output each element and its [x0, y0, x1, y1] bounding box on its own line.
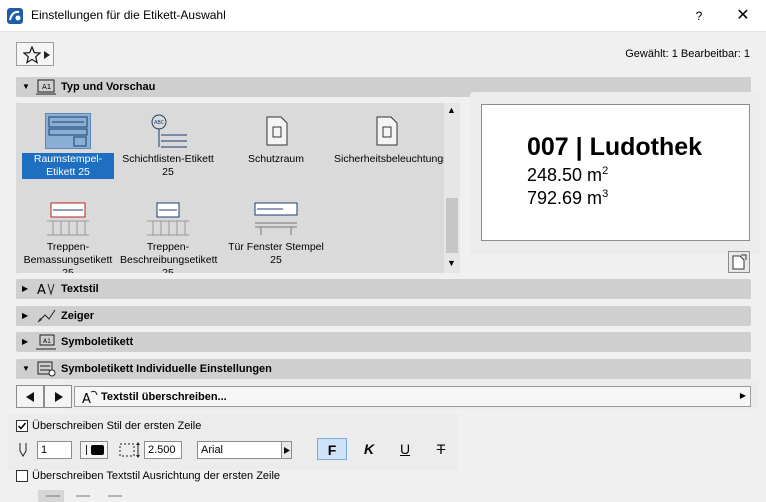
- preview-volume-value: 792.69 m: [527, 188, 603, 208]
- door-window-icon: [253, 201, 299, 237]
- window-title: Einstellungen für die Etikett-Auswahl: [31, 8, 226, 22]
- bold-button[interactable]: F: [317, 438, 347, 460]
- preview-volume: 792.69 m3: [527, 188, 608, 209]
- tile-raumstempel[interactable]: Raumstempel-Etikett 25: [20, 113, 116, 179]
- collapsed-arrow-icon: ▶: [22, 337, 29, 346]
- tile-schichtlisten[interactable]: ABC Schichtlisten-Etikett 25: [120, 113, 216, 179]
- text-color-button[interactable]: [80, 441, 108, 459]
- favorites-button[interactable]: [16, 42, 54, 66]
- archicad-app-icon: [7, 8, 23, 24]
- next-page-button[interactable]: [44, 385, 72, 408]
- tile-treppen-bemassung[interactable]: Treppen-Bemassungsetikett 25: [20, 201, 116, 273]
- text-override-icon: A: [82, 390, 98, 405]
- tile-schutzraum[interactable]: Schutzraum: [228, 113, 324, 166]
- label-preview: 007 | Ludothek 248.50 m2 792.69 m3: [481, 104, 750, 241]
- section-label: Symboletikett: [61, 336, 134, 348]
- font-size-field[interactable]: 2.500: [144, 441, 182, 459]
- label-type-icon: A1: [36, 79, 56, 95]
- text-size-icon: [119, 442, 140, 458]
- scrollbar-thumb[interactable]: [446, 198, 458, 253]
- override-alignment-checkbox[interactable]: [16, 470, 28, 482]
- star-icon: [23, 46, 41, 64]
- chevron-right-icon: ▶: [739, 391, 746, 400]
- svg-text:ABC: ABC: [154, 120, 165, 126]
- font-dropdown-button[interactable]: [281, 441, 292, 459]
- tile-sicherheitsbeleuchtung[interactable]: Sicherheitsbeleuchtungsetikett: [334, 113, 444, 166]
- svg-text:A: A: [82, 392, 91, 405]
- override-label: Textstil überschreiben...: [101, 391, 227, 403]
- override-first-line-label: Überschreiben Stil der ersten Zeile: [32, 420, 202, 432]
- override-alignment-label: Überschreiben Textstil Ausrichtung der e…: [32, 470, 281, 482]
- svg-text:A1: A1: [43, 338, 51, 345]
- triangle-right-icon: [284, 447, 290, 454]
- preview-volume-unit-exponent: 3: [602, 188, 609, 200]
- pen-icon: [19, 443, 27, 457]
- label-type-grid: Raumstempel-Etikett 25 ABC Schichtlisten…: [16, 103, 444, 273]
- override-textstyle-dropdown[interactable]: A Textstil überschreiben... ▶: [74, 386, 751, 407]
- section-zeiger[interactable]: ▶ Zeiger: [16, 306, 751, 326]
- tile-label: Treppen-Bemassungsetikett 25: [23, 241, 113, 273]
- pen-number-field[interactable]: 1: [37, 441, 72, 459]
- preview-area: 248.50 m2: [527, 165, 608, 186]
- section-textstil[interactable]: ▶ A Textstil: [16, 279, 751, 299]
- symbol-label-icon: A1: [36, 334, 56, 350]
- document-arrow-icon: [732, 254, 747, 270]
- tile-label: Tür Fenster Stempel 25: [228, 241, 324, 266]
- selection-count-text: Gewählt: 1 Bearbeitbar: 1: [625, 48, 750, 60]
- alignment-buttons-row: [38, 490, 128, 502]
- section-symboletikett[interactable]: ▶ A1 Symboletikett: [16, 332, 751, 352]
- tile-tuer-fenster[interactable]: Tür Fenster Stempel 25: [228, 201, 324, 267]
- stair-dimension-icon: [45, 201, 91, 237]
- triangle-right-icon: [55, 392, 63, 402]
- expanded-arrow-icon: ▼: [22, 82, 30, 91]
- color-swatch: [91, 445, 104, 455]
- expanded-arrow-icon: ▼: [22, 364, 30, 373]
- previous-page-button[interactable]: [16, 385, 44, 408]
- preview-area-unit-exponent: 2: [602, 165, 609, 177]
- preview-options-button[interactable]: [728, 251, 750, 273]
- section-label: Zeiger: [61, 310, 95, 322]
- strikethrough-button[interactable]: T: [426, 438, 456, 460]
- document-icon: [253, 113, 299, 149]
- custom-settings-icon: [37, 361, 56, 377]
- section-individuelle-einstellungen[interactable]: ▼ Symboletikett Individuelle Einstellung…: [16, 359, 751, 379]
- room-stamp-icon: [45, 113, 91, 149]
- tile-label: Treppen-Beschreibungsetikett 25: [120, 241, 218, 273]
- tile-label: Sicherheitsbeleuchtungsetikett: [334, 153, 444, 165]
- section-label: Typ und Vorschau: [61, 81, 156, 93]
- stair-description-icon: [145, 201, 191, 237]
- collapsed-arrow-icon: ▶: [22, 311, 29, 320]
- section-label: Symboletikett Individuelle Einstellungen: [61, 363, 272, 375]
- close-button[interactable]: ✕: [728, 4, 758, 28]
- document-icon: [363, 113, 409, 149]
- underline-button[interactable]: U: [390, 438, 420, 460]
- italic-button[interactable]: K: [354, 438, 384, 460]
- scroll-down-icon[interactable]: ▼: [447, 258, 456, 268]
- tile-label: Raumstempel-Etikett 25: [22, 153, 114, 179]
- tile-label: Schutzraum: [247, 153, 305, 165]
- scroll-up-icon[interactable]: ▲: [447, 105, 456, 115]
- tile-label: Schichtlisten-Etikett 25: [122, 153, 214, 178]
- section-label: Textstil: [61, 283, 99, 295]
- svg-text:A1: A1: [42, 83, 51, 91]
- preview-room-name: 007 | Ludothek: [527, 133, 703, 161]
- pointer-icon: [37, 309, 56, 323]
- triangle-left-icon: [26, 392, 34, 402]
- layer-list-icon: ABC: [145, 113, 191, 149]
- tile-treppen-beschreibung[interactable]: Treppen-Beschreibungsetikett 25: [120, 201, 218, 273]
- preview-area-value: 248.50 m: [527, 165, 603, 185]
- help-button[interactable]: ?: [685, 6, 713, 26]
- override-first-line-checkbox[interactable]: [16, 420, 28, 432]
- text-style-icon: A: [37, 283, 55, 298]
- checkmark-icon: [17, 422, 27, 430]
- svg-text:A: A: [37, 283, 46, 298]
- font-name-field[interactable]: Arial: [197, 441, 292, 459]
- collapsed-arrow-icon: ▶: [22, 284, 29, 293]
- chevron-right-icon: [44, 51, 50, 59]
